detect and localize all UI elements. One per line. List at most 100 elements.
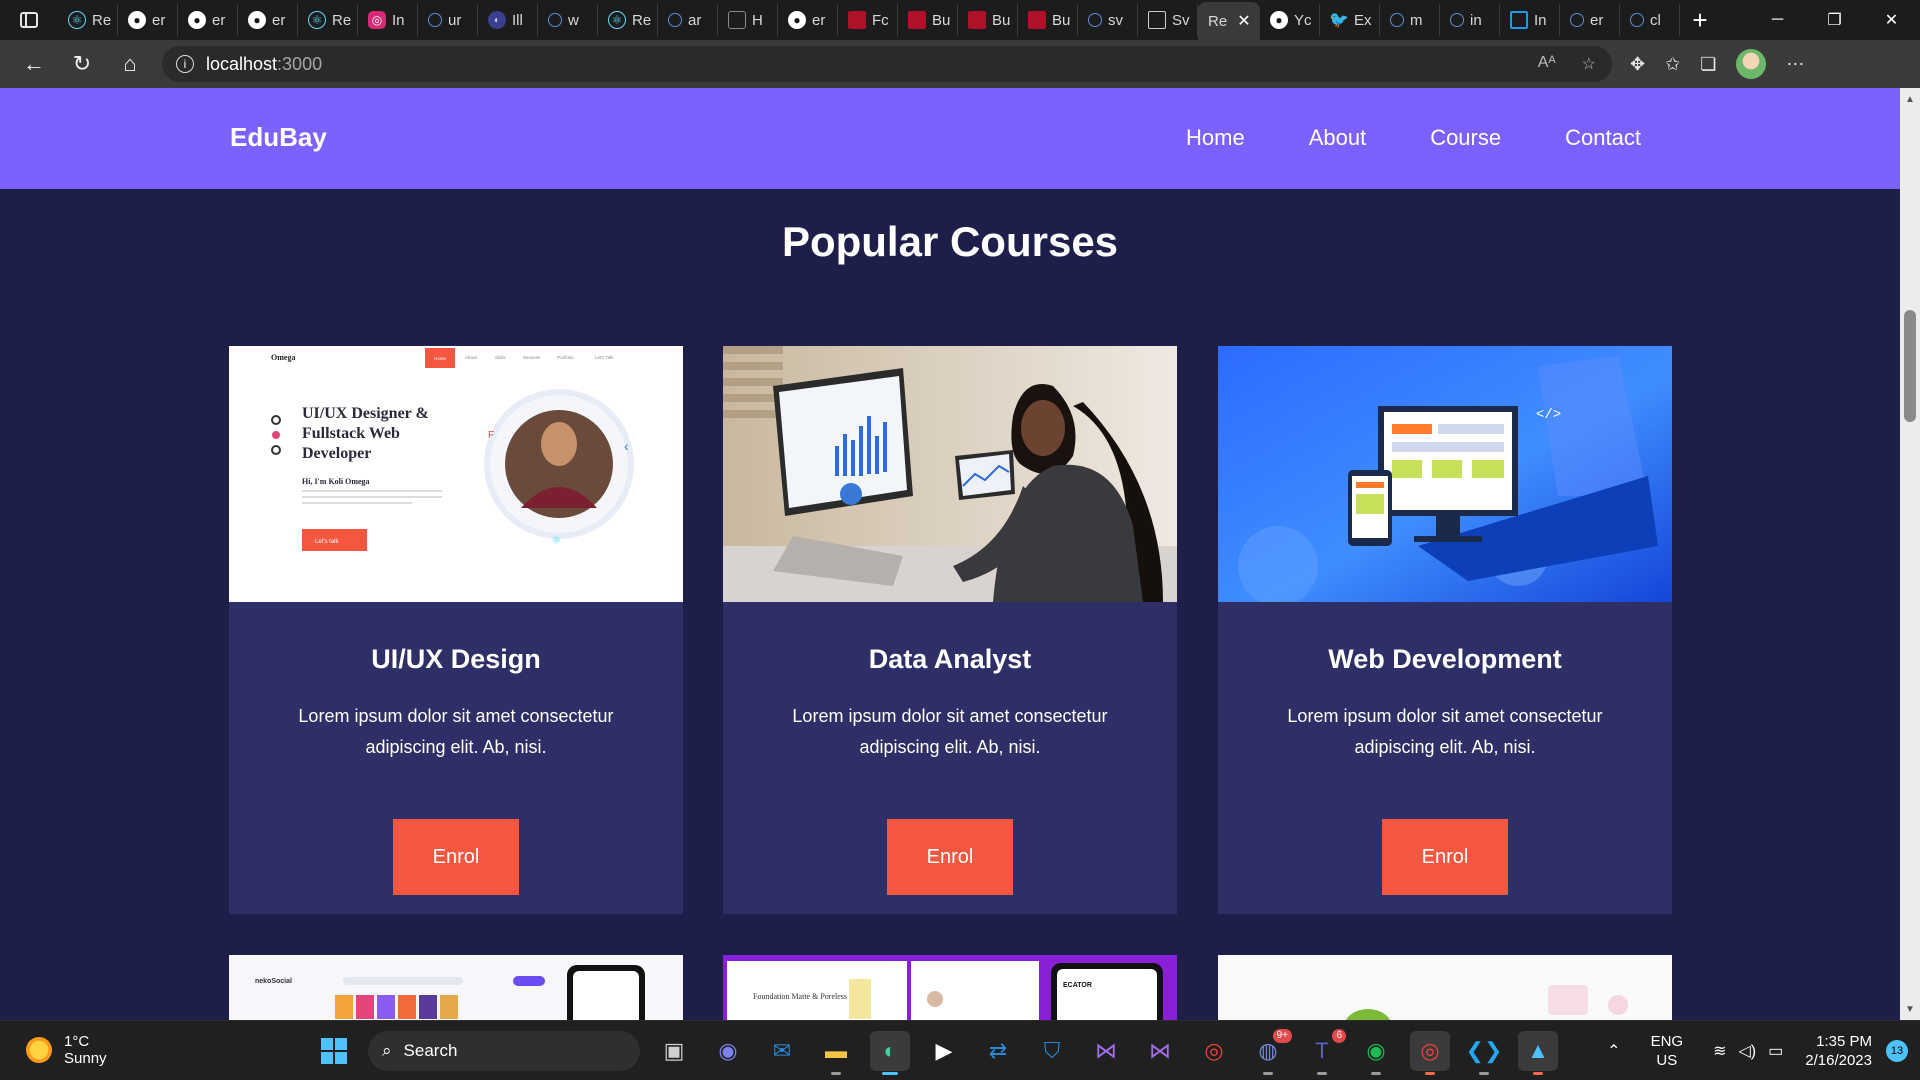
nav-about-link[interactable]: About bbox=[1309, 125, 1367, 151]
taskbar-search[interactable]: ⌕ Search bbox=[368, 1031, 640, 1071]
enrol-button[interactable]: Enrol bbox=[1382, 819, 1508, 895]
volume-icon[interactable]: ◁) bbox=[1739, 1041, 1757, 1061]
show-hidden-icons-chevron-icon[interactable]: ⌃ bbox=[1607, 1041, 1620, 1061]
red-site-icon bbox=[848, 11, 866, 29]
minimize-button[interactable]: ─ bbox=[1749, 0, 1806, 40]
site-info-icon[interactable]: i bbox=[176, 55, 194, 73]
scroll-up-arrow-icon[interactable]: ▲ bbox=[1900, 90, 1920, 108]
file-explorer-icon[interactable]: ▬ bbox=[816, 1031, 856, 1075]
task-view-icon[interactable]: ▣ bbox=[654, 1031, 694, 1071]
browser-tab[interactable]: ● Yc bbox=[1260, 4, 1320, 36]
profile-avatar[interactable] bbox=[1736, 49, 1767, 79]
nav-contact-link[interactable]: Contact bbox=[1565, 125, 1641, 151]
photos-icon[interactable]: ▲ bbox=[1518, 1031, 1558, 1075]
browser-tab[interactable]: cl bbox=[1620, 4, 1680, 36]
back-button[interactable]: ← bbox=[10, 44, 58, 84]
visual-studio-icon[interactable]: ⋈ bbox=[1086, 1031, 1126, 1071]
course-title: UI/UX Design bbox=[371, 644, 541, 674]
browser-tab[interactable]: m bbox=[1380, 4, 1440, 36]
browser-tab[interactable]: H bbox=[718, 4, 778, 36]
battery-icon[interactable]: ▭ bbox=[1768, 1041, 1783, 1061]
visual-studio-preview-icon[interactable]: ⋈ bbox=[1140, 1031, 1180, 1071]
browser-tab[interactable]: Fc bbox=[838, 4, 898, 36]
browser-tab[interactable]: w bbox=[538, 4, 598, 36]
browser-tab[interactable]: ● er bbox=[778, 4, 838, 36]
address-bar[interactable]: i localhost:3000 Aᴬ ☆ bbox=[162, 46, 1612, 82]
svg-text:</>: </> bbox=[1536, 407, 1561, 423]
tab-actions-button[interactable] bbox=[0, 0, 58, 40]
browser-tab[interactable]: ◐ Ill bbox=[478, 4, 538, 36]
discord-icon[interactable]: ◍ 9+ bbox=[1248, 1029, 1292, 1075]
store-icon[interactable]: ⛉ bbox=[1032, 1031, 1072, 1071]
browser-tab[interactable]: ⚛ Re bbox=[298, 4, 358, 36]
browser-tab[interactable]: Bu bbox=[898, 4, 958, 36]
browser-tab[interactable]: sv bbox=[1078, 4, 1138, 36]
restore-button[interactable]: ❐ bbox=[1806, 0, 1863, 40]
browser-tab[interactable]: ⚛ Re bbox=[58, 4, 118, 36]
edge-browser-icon[interactable]: ◐ bbox=[870, 1031, 910, 1075]
start-button[interactable] bbox=[314, 1031, 354, 1071]
browser-tab[interactable]: ar bbox=[658, 4, 718, 36]
tab-label: Re bbox=[632, 11, 652, 29]
page-scrollbar[interactable]: ▲ ▼ bbox=[1900, 88, 1920, 1020]
tab-label: er bbox=[812, 11, 826, 29]
media-player-icon[interactable]: ▶ bbox=[924, 1031, 964, 1071]
favorites-icon[interactable]: ✩ bbox=[1665, 54, 1680, 75]
remote-desktop-icon[interactable]: ⇄ bbox=[978, 1031, 1018, 1071]
refresh-button[interactable]: ↻ bbox=[58, 44, 106, 84]
wifi-icon[interactable]: ≋ bbox=[1713, 1041, 1726, 1061]
collections-icon[interactable]: ❏ bbox=[1700, 54, 1716, 75]
browser-tab[interactable]: In bbox=[1500, 4, 1560, 36]
chrome-icon[interactable]: ◎ bbox=[1194, 1031, 1234, 1071]
svg-text:F: F bbox=[488, 430, 494, 441]
react-icon: ⚛ bbox=[608, 11, 626, 29]
browser-tab[interactable]: ur bbox=[418, 4, 478, 36]
browser-tab[interactable]: in bbox=[1440, 4, 1500, 36]
nav-home-link[interactable]: Home bbox=[1186, 125, 1245, 151]
close-tab-icon[interactable]: ✕ bbox=[1237, 11, 1250, 31]
teams-icon[interactable]: T6 bbox=[1302, 1029, 1346, 1075]
taskbar-clock[interactable]: 1:35 PM 2/16/2023 bbox=[1805, 1032, 1872, 1070]
nav-course-link[interactable]: Course bbox=[1430, 125, 1501, 151]
tab-label: er bbox=[272, 11, 286, 29]
weather-widget[interactable]: 1°C Sunny bbox=[26, 1033, 107, 1067]
scrollbar-thumb[interactable] bbox=[1904, 310, 1916, 422]
app-dev-preview-image bbox=[1218, 955, 1672, 1020]
browser-tab[interactable]: Re ✕ bbox=[1198, 2, 1260, 40]
tab-label: Re bbox=[92, 11, 112, 29]
close-window-button[interactable]: ✕ bbox=[1863, 0, 1920, 40]
language-indicator[interactable]: ENG US bbox=[1651, 1032, 1684, 1070]
browser-tab[interactable]: ⚛ Re bbox=[598, 4, 658, 36]
site-logo[interactable]: EduBay bbox=[230, 122, 327, 153]
add-favorite-icon[interactable]: ☆ bbox=[1582, 54, 1596, 74]
chrome-profile-icon[interactable]: ◎ bbox=[1410, 1031, 1450, 1075]
browser-tab[interactable]: ● er bbox=[238, 4, 298, 36]
settings-more-icon[interactable]: ⋯ bbox=[1786, 54, 1804, 75]
mail-icon[interactable]: ✉ bbox=[762, 1031, 802, 1071]
browser-tab[interactable]: Sv bbox=[1138, 4, 1198, 36]
browser-tab[interactable]: ◎ In bbox=[358, 4, 418, 36]
notification-count-badge[interactable]: 13 bbox=[1886, 1040, 1908, 1062]
browser-tab[interactable]: er bbox=[1560, 4, 1620, 36]
tab-label: Sv bbox=[1172, 11, 1190, 29]
extensions-icon[interactable]: ✥ bbox=[1630, 54, 1645, 75]
spotify-icon[interactable]: ◉ bbox=[1356, 1031, 1396, 1075]
vscode-icon[interactable]: ❮❯ bbox=[1464, 1031, 1504, 1075]
read-aloud-icon[interactable]: Aᴬ bbox=[1538, 54, 1556, 74]
browser-tab[interactable]: 🐦 Ex bbox=[1320, 4, 1380, 36]
home-button[interactable]: ⌂ bbox=[106, 44, 154, 84]
teams-chat-icon[interactable]: ◉ bbox=[708, 1031, 748, 1071]
browser-tab[interactable]: Bu bbox=[958, 4, 1018, 36]
enrol-button[interactable]: Enrol bbox=[393, 819, 519, 895]
browser-tab[interactable]: ● er bbox=[118, 4, 178, 36]
scroll-down-arrow-icon[interactable]: ▼ bbox=[1900, 1000, 1920, 1018]
search-icon bbox=[428, 13, 442, 27]
browser-tab[interactable]: Bu bbox=[1018, 4, 1078, 36]
window-controls: ─ ❐ ✕ bbox=[1749, 0, 1920, 40]
tab-label: w bbox=[568, 11, 579, 29]
taskbar-apps: ⌕ Search ▣ ◉ ✉ ▬ ◐ ▶ ⇄ ⛉ ⋈ ⋈ ◎ ◍ 9+ T6 ◉ ◎… bbox=[314, 1029, 1558, 1075]
browser-tab[interactable]: ● er bbox=[178, 4, 238, 36]
address-host: localhost bbox=[206, 53, 278, 74]
new-tab-button[interactable]: + bbox=[1680, 0, 1720, 40]
enrol-button[interactable]: Enrol bbox=[887, 819, 1013, 895]
